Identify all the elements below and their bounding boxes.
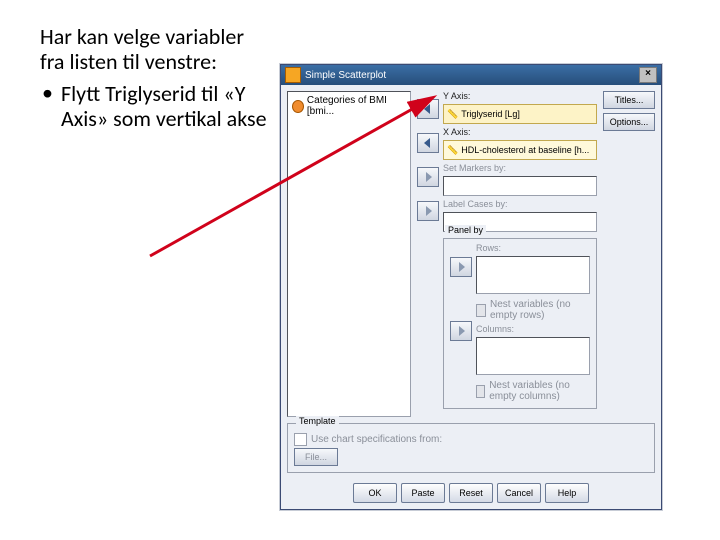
move-to-yaxis-button[interactable] bbox=[417, 99, 439, 119]
titlebar: Simple Scatterplot × bbox=[281, 65, 661, 85]
reset-button[interactable]: Reset bbox=[449, 483, 493, 503]
yaxis-label: Y Axis: bbox=[443, 91, 597, 101]
nominal-icon bbox=[292, 100, 304, 113]
checkbox-icon[interactable] bbox=[294, 433, 307, 446]
scatterplot-dialog: Simple Scatterplot × Categories of BMI [… bbox=[280, 64, 662, 510]
cols-field[interactable] bbox=[476, 337, 590, 375]
variable-list[interactable]: Categories of BMI [bmi... bbox=[287, 91, 411, 417]
side-buttons: Titles... Options... bbox=[603, 91, 655, 417]
arrow-right-icon bbox=[421, 171, 435, 183]
variable-item[interactable]: Categories of BMI [bmi... bbox=[290, 94, 408, 118]
xaxis-value: HDL-cholesterol at baseline [h... bbox=[461, 145, 589, 155]
checkbox-icon[interactable] bbox=[476, 304, 486, 317]
move-button-column bbox=[417, 91, 437, 417]
arrow-right-icon bbox=[454, 325, 468, 337]
rows-nest-label: Nest variables (no empty rows) bbox=[490, 299, 590, 321]
dialog-title: Simple Scatterplot bbox=[305, 70, 386, 81]
instruction-line1: Har kan velge variabler fra listen til v… bbox=[40, 24, 270, 75]
move-to-xaxis-button[interactable] bbox=[417, 133, 439, 153]
app-icon bbox=[285, 67, 301, 83]
yaxis-value: Triglyserid [Lg] bbox=[461, 109, 520, 119]
ruler-icon: 📏 bbox=[447, 109, 458, 120]
panel-move-column bbox=[450, 243, 470, 402]
paste-button[interactable]: Paste bbox=[401, 483, 445, 503]
checkbox-icon[interactable] bbox=[476, 385, 485, 398]
xaxis-field[interactable]: 📏 HDL-cholesterol at baseline [h... bbox=[443, 140, 597, 160]
cancel-button[interactable]: Cancel bbox=[497, 483, 541, 503]
use-chart-spec-row: Use chart specifications from: bbox=[294, 433, 648, 446]
markers-field[interactable] bbox=[443, 176, 597, 196]
markers-label: Set Markers by: bbox=[443, 163, 597, 173]
instruction-text: Har kan velge variabler fra listen til v… bbox=[40, 24, 270, 131]
template-group: Template Use chart specifications from: … bbox=[287, 423, 655, 473]
fields-column: Y Axis: 📏 Triglyserid [Lg] X Axis: 📏 HDL… bbox=[443, 91, 597, 417]
arrow-left-icon bbox=[421, 103, 435, 115]
arrow-left-icon bbox=[421, 137, 435, 149]
rows-nest-check: Nest variables (no empty rows) bbox=[476, 299, 590, 321]
options-button[interactable]: Options... bbox=[603, 113, 655, 131]
ok-button[interactable]: OK bbox=[353, 483, 397, 503]
labelcases-label: Label Cases by: bbox=[443, 199, 597, 209]
rows-label: Rows: bbox=[476, 243, 590, 253]
ruler-icon: 📏 bbox=[447, 145, 458, 156]
cols-nest-check: Nest variables (no empty columns) bbox=[476, 380, 590, 402]
dialog-body: Categories of BMI [bmi... Y Axis: 📏 Tri bbox=[281, 85, 661, 423]
titles-button[interactable]: Titles... bbox=[603, 91, 655, 109]
panel-by-group: Panel by Rows: bbox=[443, 235, 597, 409]
template-title: Template bbox=[296, 416, 339, 426]
yaxis-field[interactable]: 📏 Triglyserid [Lg] bbox=[443, 104, 597, 124]
use-chart-spec-label: Use chart specifications from: bbox=[311, 434, 442, 445]
file-button[interactable]: File... bbox=[294, 448, 338, 466]
move-to-markers-button[interactable] bbox=[417, 167, 439, 187]
close-icon[interactable]: × bbox=[639, 67, 657, 83]
xaxis-label: X Axis: bbox=[443, 127, 597, 137]
rows-field[interactable] bbox=[476, 256, 590, 294]
panel-by-title: Panel by bbox=[445, 225, 486, 235]
bullet-dot: • bbox=[42, 81, 53, 132]
instruction-bullet: • Flytt Triglyserid til «Y Axis» som ver… bbox=[40, 81, 270, 132]
instruction-bullet-text: Flytt Triglyserid til «Y Axis» som verti… bbox=[61, 81, 270, 132]
arrow-right-icon bbox=[454, 261, 468, 273]
move-to-label-button[interactable] bbox=[417, 201, 439, 221]
move-to-rows-button[interactable] bbox=[450, 257, 472, 277]
variable-label: Categories of BMI [bmi... bbox=[307, 95, 406, 117]
move-to-columns-button[interactable] bbox=[450, 321, 472, 341]
cols-nest-label: Nest variables (no empty columns) bbox=[489, 380, 590, 402]
dialog-buttons: OK Paste Reset Cancel Help bbox=[281, 477, 661, 509]
cols-label: Columns: bbox=[476, 324, 590, 334]
arrow-right-icon bbox=[421, 205, 435, 217]
help-button[interactable]: Help bbox=[545, 483, 589, 503]
